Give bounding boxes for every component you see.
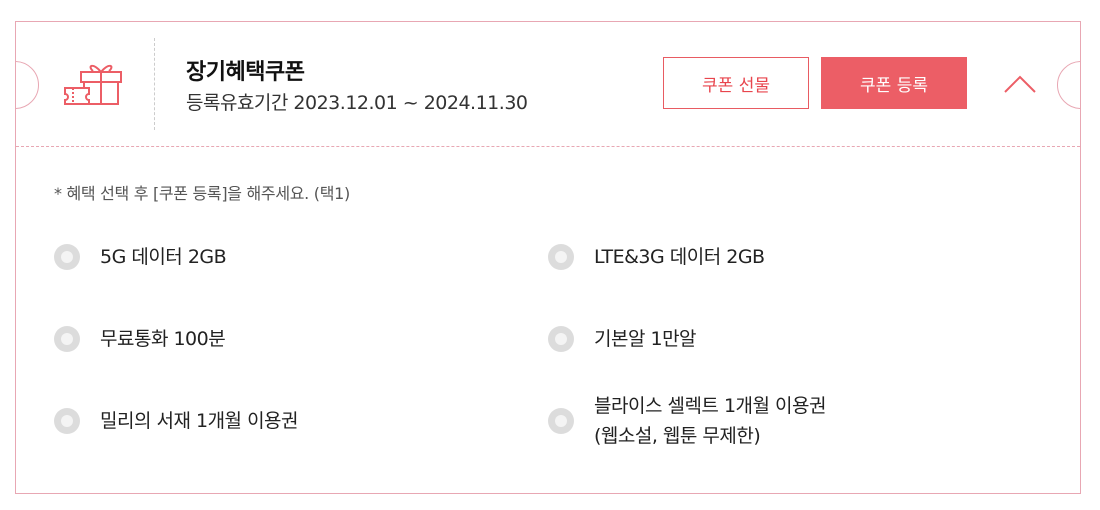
option-label: 5G 데이터 2GB [100, 246, 227, 268]
chevron-up-icon[interactable] [1002, 72, 1038, 96]
header-divider [154, 38, 155, 130]
radio-button[interactable] [54, 326, 80, 352]
benefit-option-lte-data[interactable]: LTE&3G 데이터 2GB [548, 242, 765, 272]
coupon-period: 등록유효기간 2023.12.01 ~ 2024.11.30 [186, 92, 528, 114]
option-label-line2: (웹소설, 웹툰 무제한) [594, 425, 761, 447]
radio-button[interactable] [54, 408, 80, 434]
coupon-title: 장기혜택쿠폰 [186, 60, 305, 85]
radio-button[interactable] [548, 326, 574, 352]
option-label-line1: 블라이스 셀렉트 1개월 이용권 [594, 395, 826, 417]
gift-coupon-button[interactable]: 쿠폰 선물 [663, 57, 809, 109]
option-label: 기본알 1만알 [594, 328, 697, 350]
option-label: 밀리의 서재 1개월 이용권 [100, 410, 299, 432]
option-label: 무료통화 100분 [100, 328, 226, 350]
register-coupon-button[interactable]: 쿠폰 등록 [821, 57, 967, 109]
radio-button[interactable] [54, 244, 80, 270]
section-divider [16, 146, 1080, 147]
radio-button[interactable] [548, 244, 574, 270]
coupon-card: 장기혜택쿠폰 등록유효기간 2023.12.01 ~ 2024.11.30 쿠폰… [15, 21, 1081, 494]
benefit-option-free-call[interactable]: 무료통화 100분 [54, 324, 226, 354]
benefit-option-basic-al[interactable]: 기본알 1만알 [548, 324, 697, 354]
benefit-option-5g-data[interactable]: 5G 데이터 2GB [54, 242, 227, 272]
gift-icon [64, 64, 122, 105]
option-label: LTE&3G 데이터 2GB [594, 246, 765, 268]
option-label: 블라이스 셀렉트 1개월 이용권 (웹소설, 웹툰 무제한) [594, 391, 826, 451]
benefit-option-blice[interactable]: 블라이스 셀렉트 1개월 이용권 (웹소설, 웹툰 무제한) [548, 391, 826, 451]
benefit-option-millie[interactable]: 밀리의 서재 1개월 이용권 [54, 406, 299, 436]
selection-note: * 혜택 선택 후 [쿠폰 등록]을 해주세요. (택1) [54, 184, 350, 203]
coupon-header: 장기혜택쿠폰 등록유효기간 2023.12.01 ~ 2024.11.30 쿠폰… [16, 22, 1080, 146]
radio-button[interactable] [548, 408, 574, 434]
